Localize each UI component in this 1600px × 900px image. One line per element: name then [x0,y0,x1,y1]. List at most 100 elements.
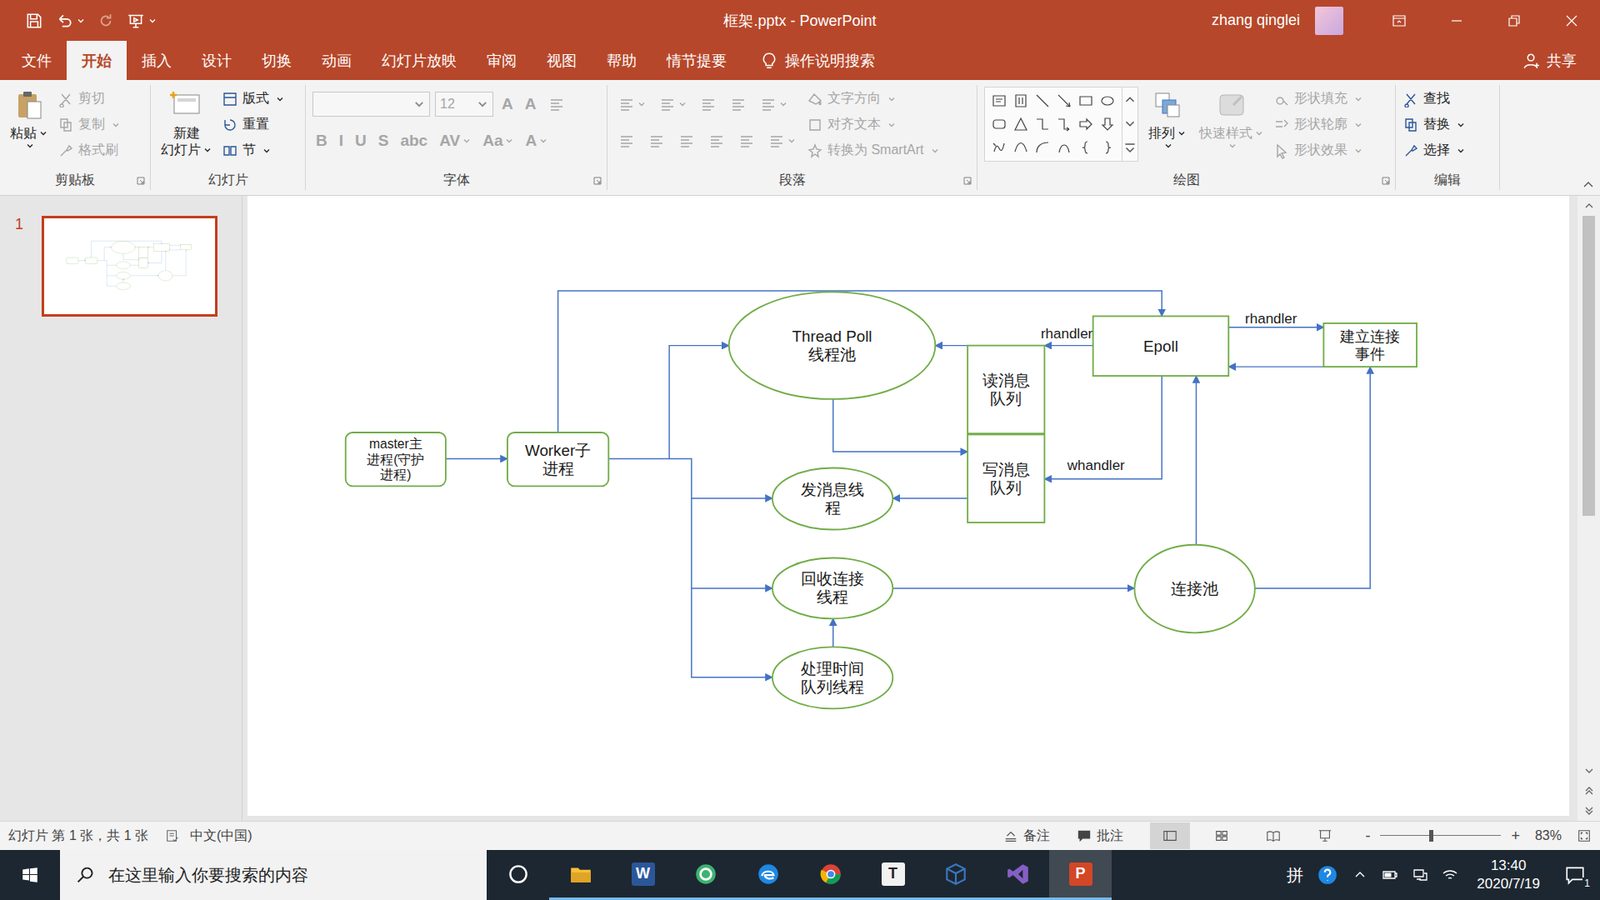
letter-app[interactable]: P [1049,850,1112,900]
dropdown-icon[interactable] [76,16,85,25]
dropdown-icon[interactable] [1164,141,1173,150]
start-button[interactable] [0,850,60,900]
ribbon-tab[interactable]: 文件 [6,40,67,80]
ribbon-button[interactable]: 形状轮廓 [1273,112,1363,137]
shape-icon[interactable] [1034,115,1051,133]
more-icon[interactable] [1122,135,1138,160]
dropdown-icon[interactable] [148,16,157,25]
taskbar-search[interactable]: 在这里输入你要搜索的内容 [60,850,487,900]
comments-button[interactable]: 批注 [1076,827,1124,845]
dropdown-icon[interactable] [787,136,796,145]
chevron-up-icon[interactable] [1351,866,1369,884]
network-icon[interactable] [1411,866,1429,884]
format-button[interactable] [725,91,751,117]
format-button[interactable]: I [335,128,347,154]
notes-button[interactable]: 备注 [1003,827,1050,845]
shape-icon[interactable] [1012,92,1030,110]
dropdown-icon[interactable] [111,120,120,130]
dropdown-icon[interactable] [203,145,212,155]
present-icon[interactable] [126,11,145,30]
dropdown-icon[interactable] [25,141,35,150]
box-node[interactable] [1323,323,1417,367]
format-button[interactable] [674,128,700,154]
minimize-button[interactable] [1427,0,1485,41]
box-node[interactable] [967,434,1045,523]
vertical-scrollbar[interactable] [1577,195,1600,821]
user-avatar[interactable] [1315,6,1344,35]
next-slide-icon[interactable] [1582,800,1596,821]
dropdown-icon[interactable] [275,95,285,104]
format-button[interactable]: A [521,91,540,117]
dropdown-icon[interactable] [476,98,489,110]
format-button[interactable] [655,91,691,117]
sorter-view-button[interactable] [1201,822,1242,850]
large-button[interactable]: 排列 [1145,86,1190,152]
user-name[interactable]: zhang qinglei [1211,11,1300,30]
scroll-up-icon[interactable] [1122,87,1138,112]
ribbon-tab[interactable]: 视图 [531,40,592,80]
format-button[interactable]: abc [396,128,431,154]
help-icon[interactable] [1316,864,1339,886]
large-button[interactable]: 快速样式 [1195,86,1267,152]
format-button[interactable] [544,91,570,117]
ribbon-tab[interactable]: 审阅 [471,40,532,80]
ribbon-button[interactable]: 替换 [1402,112,1465,137]
ribbon-button[interactable]: 节 [221,138,285,163]
dropdown-icon[interactable] [1354,146,1363,155]
zoom-slider[interactable] [1380,827,1501,845]
ribbon-button[interactable]: 重置 [221,112,285,137]
ribbon-tab[interactable]: 开始 [66,40,127,80]
shape-icon[interactable] [1012,139,1030,156]
format-button[interactable] [734,128,760,154]
redo-icon[interactable] [96,11,115,30]
shape-icon[interactable] [1099,115,1116,133]
dialog-launcher-icon[interactable] [136,176,145,185]
ribbon-tab[interactable]: 情节提要 [651,40,742,80]
dropdown-icon[interactable] [1177,129,1186,138]
ellipse-node[interactable] [1134,545,1255,634]
previous-slide-icon[interactable] [1582,780,1596,801]
dialog-launcher-icon[interactable] [593,176,602,185]
shape-icon[interactable] [1077,92,1095,110]
dropdown-icon[interactable] [539,136,548,145]
zoom-level[interactable]: 83% [1535,828,1562,844]
edge-app[interactable] [736,850,800,900]
dialog-launcher-icon[interactable] [1381,176,1390,185]
folder-app[interactable] [549,850,612,900]
format-button[interactable] [704,128,730,154]
scroll-up-icon[interactable] [1582,195,1596,216]
box-node[interactable] [507,432,609,486]
ribbon-tab[interactable]: 动画 [306,40,367,80]
ribbon-button[interactable]: 对齐文本 [806,112,940,137]
ribbon-button[interactable]: 版式 [221,86,285,111]
action-center-button[interactable]: 1 [1558,864,1592,886]
zoom-in-button[interactable]: + [1510,827,1520,845]
ribbon-button[interactable]: 转换为 SmartArt [806,138,940,163]
dialog-launcher-icon[interactable] [963,176,972,185]
format-button[interactable] [764,128,800,154]
reading-view-button[interactable] [1253,822,1294,850]
format-button[interactable]: AV [435,128,475,154]
vs-app[interactable] [986,850,1050,900]
dropdown-icon[interactable] [39,129,48,138]
format-button[interactable]: Aa [479,128,517,154]
format-button[interactable] [614,128,640,154]
shape-icon[interactable] [1034,92,1051,110]
format-button[interactable] [755,91,792,117]
format-button[interactable] [644,128,670,154]
shape-icon[interactable] [990,115,1008,133]
shape-icon[interactable] [1077,115,1095,133]
ribbon-display-button[interactable] [1370,0,1428,41]
dropdown-icon[interactable] [930,146,940,155]
ribbon-tab[interactable]: 设计 [186,40,247,80]
ribbon-tab[interactable]: 插入 [126,40,187,80]
ribbon-tab[interactable]: 幻灯片放映 [366,40,472,80]
slideshow-view-button[interactable] [1305,822,1345,850]
undo-icon[interactable] [55,11,74,30]
shape-icon[interactable] [1077,139,1095,156]
format-button[interactable]: U [351,128,370,154]
ellipse-node[interactable] [772,467,893,530]
shape-icon[interactable] [1034,139,1051,156]
box-node[interactable] [345,432,446,486]
clock[interactable]: 13:40 2020/7/19 [1471,856,1545,894]
